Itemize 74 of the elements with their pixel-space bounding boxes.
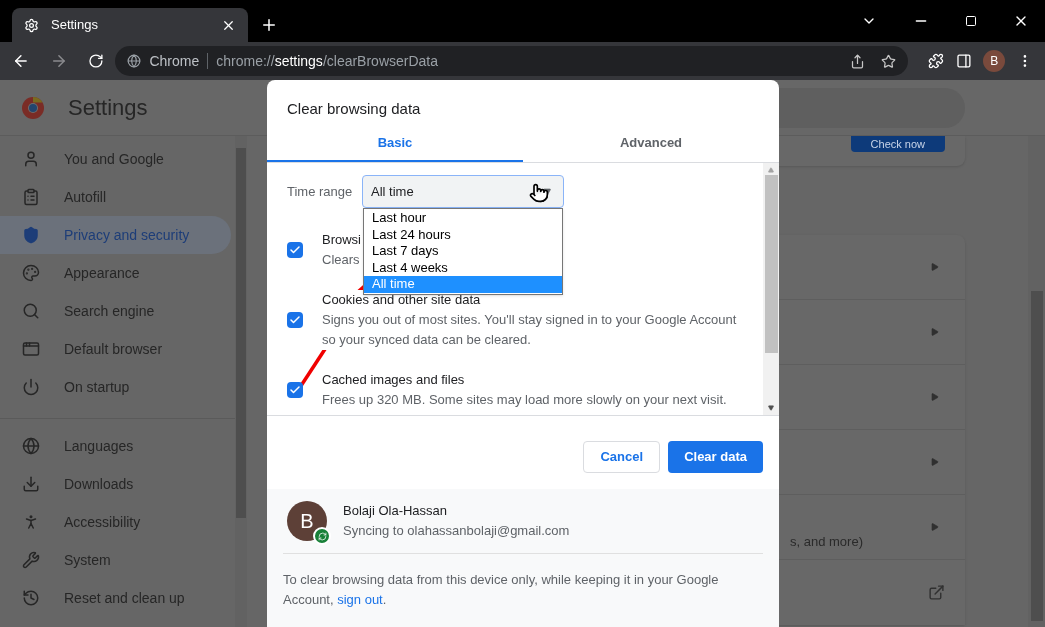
sidebar-item[interactable]: On startup [0, 368, 231, 406]
tab[interactable]: Advanced [523, 125, 779, 162]
star-icon[interactable] [880, 53, 896, 69]
time-range-dropdown[interactable]: All time [362, 175, 564, 208]
share-icon[interactable] [849, 53, 865, 69]
account-name: Bolaji Ola-Hassan [343, 502, 449, 520]
checkbox[interactable] [287, 382, 303, 398]
external-link-icon[interactable] [928, 584, 945, 601]
sidebar-item[interactable]: Reset and clean up [0, 579, 231, 617]
check-icon [289, 384, 301, 396]
person-icon [22, 150, 40, 168]
chrome-logo-icon [22, 96, 44, 119]
arrow-right-icon [931, 263, 939, 271]
tab[interactable]: Basic [267, 125, 523, 162]
dropdown-option[interactable]: Last 24 hours [364, 226, 562, 243]
hand-cursor-icon [529, 183, 549, 203]
sign-out-link[interactable]: sign out [337, 592, 383, 607]
power-icon [22, 378, 40, 396]
browser-tab[interactable]: Settings [12, 8, 248, 42]
sidebar-item[interactable]: Downloads [0, 465, 231, 503]
arrow-right-icon [931, 458, 939, 466]
cancel-button[interactable]: Cancel [583, 441, 661, 473]
clipboard-icon [22, 188, 40, 206]
sidebar-item[interactable]: Appearance [0, 254, 231, 292]
check-icon [289, 244, 301, 256]
sidebar-item[interactable]: You and Google [0, 140, 231, 178]
scrollbar[interactable] [1028, 136, 1045, 627]
maximize-icon[interactable] [965, 15, 977, 27]
clear-data-button[interactable]: Clear data [668, 441, 763, 473]
globe-icon [22, 437, 40, 455]
sync-badge-icon [313, 527, 331, 545]
sidebar-item[interactable]: System [0, 541, 231, 579]
side-panel-icon[interactable] [955, 53, 972, 69]
sign-out-note: To clear browsing data from this device only, while keeping it in your Google Account, sign out. [283, 571, 720, 609]
page-title: Settings [68, 94, 148, 122]
new-tab-icon[interactable] [260, 16, 278, 34]
download-icon [22, 475, 40, 493]
dropdown-option[interactable]: Last 7 days [364, 243, 562, 260]
search-icon [22, 302, 40, 320]
address-bar[interactable]: Chrome chrome://settings/clearBrowserData [115, 46, 908, 76]
search-field[interactable] [779, 87, 965, 128]
profile-avatar[interactable]: B [983, 50, 1006, 72]
sidebar-item[interactable]: Accessibility [0, 503, 231, 541]
check-now-button[interactable]: Check now [850, 136, 945, 152]
scrollbar[interactable] [763, 163, 779, 415]
dropdown-option[interactable]: Last hour [364, 210, 562, 227]
scroll-down-icon[interactable] [768, 405, 774, 411]
shield-icon [22, 226, 40, 244]
account-status: Syncing to olahassanbolaji@gmail.com [343, 522, 570, 540]
arrow-right-icon [931, 523, 939, 531]
dropdown-option[interactable]: Last 4 weeks [364, 259, 562, 276]
checkbox[interactable] [287, 312, 303, 328]
history-icon [22, 589, 40, 607]
sidebar-item[interactable]: Autofill [0, 178, 231, 216]
dialog-title: Clear browsing data [287, 100, 421, 117]
sidebar-item[interactable]: Search engine [0, 292, 231, 330]
browser-window-icon [22, 340, 40, 358]
back-icon[interactable] [12, 52, 30, 70]
dropdown-option[interactable]: All time [364, 276, 562, 293]
arrow-right-icon [931, 393, 939, 401]
field-label: Time range [287, 182, 354, 201]
wrench-icon [22, 551, 40, 569]
scrollbar[interactable] [235, 136, 247, 627]
sidebar-item[interactable]: Languages [0, 427, 231, 465]
site-icon [127, 54, 142, 68]
checkbox[interactable] [287, 242, 303, 258]
arrow-right-icon [931, 328, 939, 336]
extensions-icon[interactable] [927, 53, 944, 69]
sidebar-item[interactable]: Default browser [0, 330, 231, 368]
settings-icon [24, 17, 39, 33]
check-icon [289, 314, 301, 326]
palette-icon [22, 264, 40, 282]
reload-icon[interactable] [87, 53, 104, 69]
url-text: chrome://settings/clearBrowserData [216, 51, 439, 71]
